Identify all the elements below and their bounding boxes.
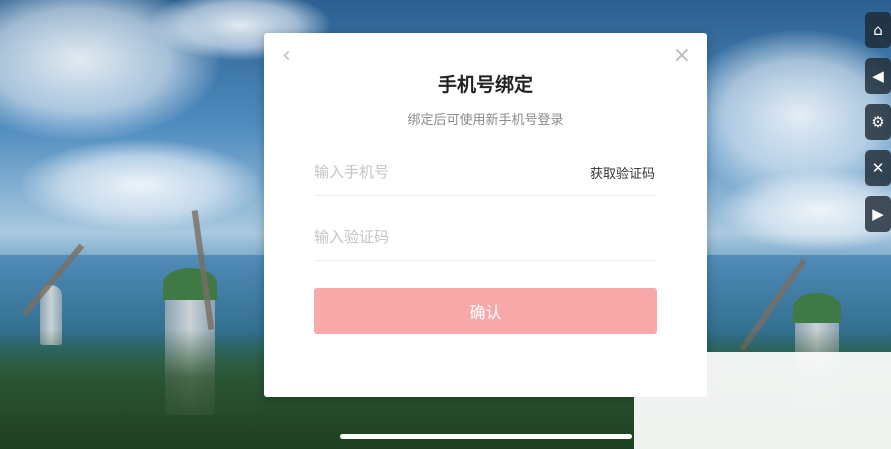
home-icon[interactable]: ⌂ [865,12,891,48]
code-field [314,216,657,261]
close-icon[interactable]: × [673,43,691,68]
phone-binding-dialog: ‹ × 手机号绑定 绑定后可使用新手机号登录 获取验证码 确认 [264,33,707,397]
tools-icon[interactable]: ✕ [865,150,891,186]
cloud [20,140,260,230]
phone-field: 获取验证码 [314,151,657,196]
watermark-overlay [634,352,891,449]
settings-icon[interactable]: ⚙ [865,104,891,140]
get-code-button[interactable]: 获取验证码 [590,163,655,182]
side-menu: ⌂ ◀ ⚙ ✕ ▶ [865,12,891,232]
dialog-title: 手机号绑定 [437,74,533,96]
confirm-button[interactable]: 确认 [314,288,657,334]
chevron-left-icon[interactable]: ‹ [282,43,291,68]
code-input[interactable] [314,216,554,258]
dialog-subtitle: 绑定后可使用新手机号登录 [407,113,564,128]
windmill-roof [793,293,841,323]
home-indicator [340,434,632,439]
speaker-icon[interactable]: ◀ [865,58,891,94]
phone-input[interactable] [314,151,554,193]
video-icon[interactable]: ▶ [865,196,891,232]
